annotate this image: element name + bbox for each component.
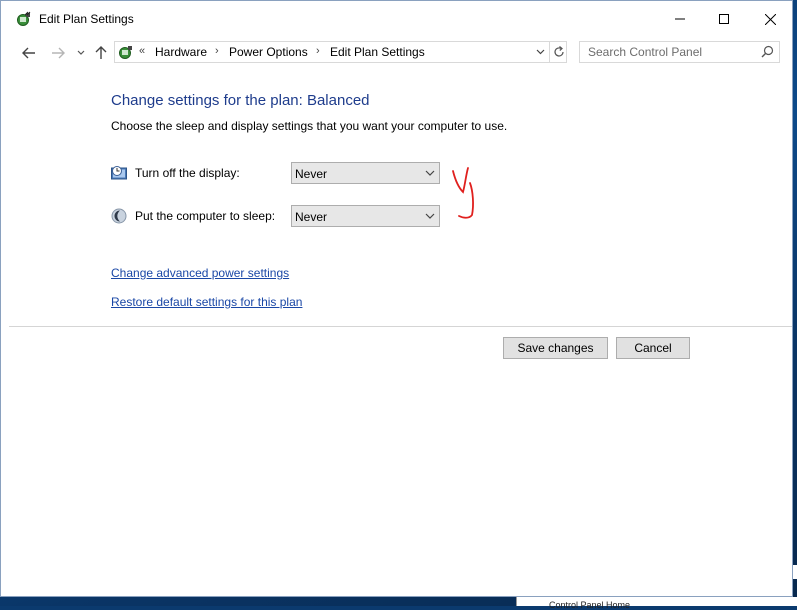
up-button[interactable] xyxy=(92,43,110,63)
power-options-icon xyxy=(16,11,32,27)
sleep-timeout-label: Put the computer to sleep: xyxy=(135,209,276,223)
monitor-clock-icon xyxy=(111,165,127,181)
breadcrumb-edit-plan-settings[interactable]: Edit Plan Settings xyxy=(330,45,425,59)
sleep-timeout-select[interactable]: Never xyxy=(291,205,440,227)
moon-icon xyxy=(111,208,127,224)
edit-plan-settings-window: Edit Plan Settings « Hardware › Power Op… xyxy=(0,0,793,597)
sleep-timeout-value: Never xyxy=(295,210,328,224)
restore-default-settings-link[interactable]: Restore default settings for this plan xyxy=(111,295,302,309)
handwritten-annotation xyxy=(452,167,474,219)
cancel-button[interactable]: Cancel xyxy=(616,337,690,359)
chevron-down-icon xyxy=(425,213,435,219)
background-window-text: Control Panel Home xyxy=(549,600,631,610)
page-description: Choose the sleep and display settings th… xyxy=(111,119,508,133)
display-timeout-value: Never xyxy=(295,167,328,181)
recent-locations-button[interactable] xyxy=(75,43,87,63)
close-button[interactable] xyxy=(747,1,793,37)
search-box[interactable]: Search Control Panel xyxy=(579,41,780,63)
breadcrumb-hardware[interactable]: Hardware xyxy=(155,45,207,59)
page-title: Change settings for the plan: Balanced xyxy=(111,92,370,109)
forward-button[interactable] xyxy=(48,43,68,63)
navigation-bar: « Hardware › Power Options › Edit Plan S… xyxy=(1,37,792,69)
minimize-button[interactable] xyxy=(657,1,703,37)
maximize-button[interactable] xyxy=(701,1,747,37)
breadcrumb-power-options[interactable]: Power Options xyxy=(229,45,308,59)
power-options-icon xyxy=(118,44,134,60)
breadcrumb-separator[interactable]: › xyxy=(316,45,320,57)
background-window: Control Panel Home xyxy=(516,597,797,610)
refresh-button[interactable] xyxy=(549,42,568,62)
breadcrumb-separator[interactable]: › xyxy=(215,45,219,57)
chevron-down-icon xyxy=(77,50,85,55)
display-timeout-label: Turn off the display: xyxy=(135,166,240,180)
refresh-icon xyxy=(554,46,564,57)
close-icon xyxy=(764,13,776,25)
chevron-down-icon xyxy=(536,49,544,55)
window-title: Edit Plan Settings xyxy=(39,12,134,26)
back-button[interactable] xyxy=(19,43,39,63)
address-bar[interactable]: « Hardware › Power Options › Edit Plan S… xyxy=(114,41,567,63)
change-advanced-power-settings-link[interactable]: Change advanced power settings xyxy=(111,266,289,280)
forward-arrow-icon xyxy=(52,47,65,59)
save-changes-button[interactable]: Save changes xyxy=(503,337,608,359)
minimize-icon xyxy=(675,18,685,20)
display-timeout-select[interactable]: Never xyxy=(291,162,440,184)
chevron-down-icon xyxy=(425,170,435,176)
search-icon[interactable] xyxy=(761,45,774,58)
address-dropdown-button[interactable] xyxy=(531,42,549,62)
title-bar[interactable]: Edit Plan Settings xyxy=(1,1,792,37)
up-arrow-icon xyxy=(95,46,107,59)
divider xyxy=(9,326,792,327)
search-input[interactable]: Search Control Panel xyxy=(588,45,702,59)
breadcrumb-overflow[interactable]: « xyxy=(139,45,145,57)
maximize-icon xyxy=(719,14,729,24)
back-arrow-icon xyxy=(22,47,35,59)
